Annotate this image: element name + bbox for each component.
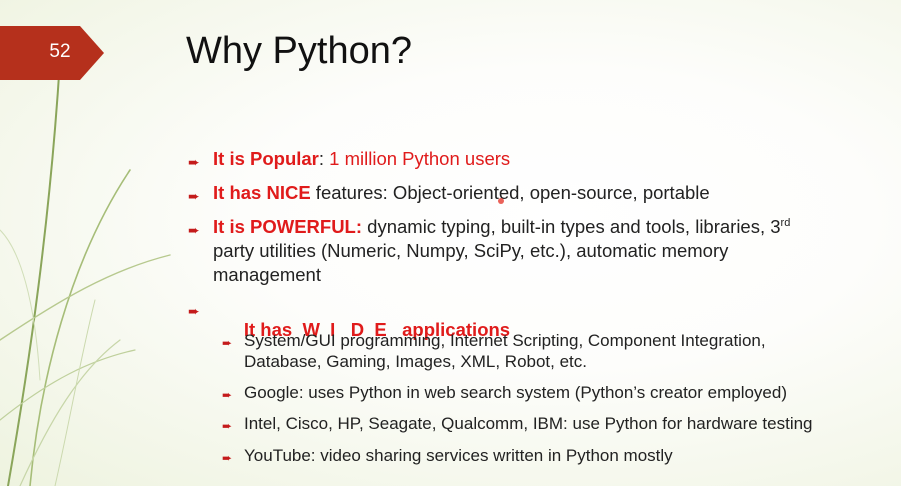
arrow-right-icon: ➨ (222, 451, 233, 465)
bullet-lead: It is Popular (213, 148, 319, 169)
arrow-right-icon: ➨ (222, 388, 233, 402)
ordinal-suffix: rd (780, 216, 791, 229)
slide-number: 52 (49, 41, 71, 62)
arrow-right-icon: ➨ (188, 154, 200, 170)
bullet-text: 1 million Python users (324, 148, 511, 169)
bullet-lead: It is POWERFUL: (213, 216, 363, 237)
bullet-text: features: Object-oriented, open-source, … (310, 182, 710, 203)
subbullet-text: YouTube: video sharing services written … (244, 446, 673, 465)
bullet-text-line3: management (213, 264, 321, 285)
bullet-text-line2: party utilities (Numeric, Numpy, SciPy, … (213, 240, 729, 261)
slide-title: Why Python? (186, 30, 412, 72)
pointer-dot (498, 198, 504, 204)
arrow-right-icon: ➨ (188, 188, 200, 204)
arrow-right-icon: ➨ (222, 336, 233, 350)
arrow-right-icon: ➨ (188, 222, 200, 238)
arrow-right-icon: ➨ (222, 419, 233, 433)
subbullet-text-line2: Database, Gaming, Images, XML, Robot, et… (244, 352, 587, 371)
bullet-lead: It has NICE (213, 182, 311, 203)
subbullet-text: System/GUI programming, Internet Scripti… (244, 331, 766, 350)
bullet-text: dynamic typing, built-in types and tools… (362, 216, 781, 237)
arrow-right-icon: ➨ (188, 303, 200, 319)
subbullet-text: Intel, Cisco, HP, Seagate, Qualcomm, IBM… (244, 414, 813, 433)
subbullet-text: Google: uses Python in web search system… (244, 383, 788, 402)
